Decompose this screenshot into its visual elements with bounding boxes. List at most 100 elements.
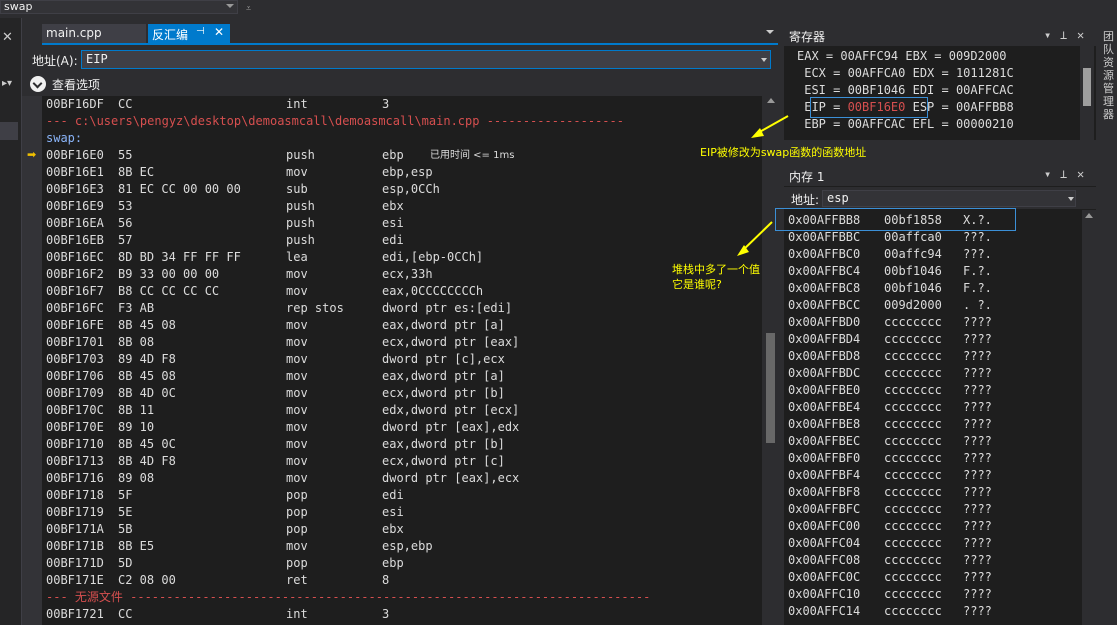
instr-mnemonic: lea (286, 250, 308, 264)
instr-operands: eax,dword ptr [a] (382, 318, 505, 332)
scroll-up-icon[interactable] (767, 98, 775, 103)
memory-ascii: ???? (963, 451, 992, 465)
tab-list-dropdown-icon[interactable] (766, 30, 774, 34)
instr-address: 00BF16EA (46, 216, 104, 230)
memory-row[interactable]: 0x00AFFBC8 00bf1046 F.?. (788, 280, 1078, 297)
memory-row[interactable]: 0x00AFFC0C cccccccc???? (788, 569, 1078, 586)
memory-ascii: ???? (963, 315, 992, 329)
left-edge-panel: ✕ ▸▾ (0, 18, 22, 625)
disasm-row: 00BF1701 8B 08 mov ecx,dword ptr [eax] (46, 334, 758, 351)
instr-operands: ecx,dword ptr [b] (382, 386, 505, 400)
memory-row[interactable]: 0x00AFFBD4 cccccccc???? (788, 331, 1078, 348)
memory-address: 0x00AFFBF0 (788, 451, 861, 465)
memory-row[interactable]: 0x00AFFC08 cccccccc???? (788, 552, 1078, 569)
memory-row[interactable]: 0x00AFFBD8 cccccccc???? (788, 348, 1078, 365)
instr-address: 00BF16E1 (46, 165, 104, 179)
dropdown-icon[interactable]: ▾ (1044, 167, 1051, 181)
instr-mnemonic: int (286, 97, 308, 111)
stack-annotation-line2: 它是谁呢? (672, 278, 722, 291)
no-source-line: --- 无源文件 -------------------------------… (46, 590, 651, 604)
memory-value: 00bf1046 (884, 264, 942, 278)
memory-row[interactable]: 0x00AFFBBC 00affca0???. (788, 229, 1078, 246)
instruction-pointer-arrow-icon: ➡ (27, 148, 37, 161)
registers-scrollbar[interactable] (1080, 46, 1094, 140)
instr-operands: ebp,esp (382, 165, 433, 179)
disasm-row: 00BF1716 89 08 mov dword ptr [eax],ecx (46, 470, 758, 487)
address-dropdown-button[interactable] (758, 51, 770, 68)
memory-row[interactable]: 0x00AFFBE0 cccccccc???? (788, 382, 1078, 399)
tab-main-cpp[interactable]: main.cpp (42, 24, 146, 43)
instr-address: 00BF16E3 (46, 182, 104, 196)
memory-address: 0x00AFFBF4 (788, 468, 861, 482)
pin-icon[interactable]: ⊥ (1060, 28, 1067, 42)
memory-row[interactable]: 0x00AFFBC0 00affc94???. (788, 246, 1078, 263)
memory-scrollbar[interactable] (1082, 210, 1096, 625)
memory-ascii: ???? (963, 502, 992, 516)
memory-row[interactable]: 0x00AFFC00 cccccccc???? (788, 518, 1078, 535)
instr-operands: esp,0CCh (382, 182, 440, 196)
function-dropdown[interactable]: swap (0, 0, 238, 14)
memory-address: 0x00AFFBCC (788, 298, 861, 312)
memory-address: 0x00AFFBC4 (788, 264, 861, 278)
pin-icon[interactable]: ⊥ (1060, 167, 1067, 181)
instr-address: 00BF1709 (46, 386, 104, 400)
expand-chevron-icon[interactable] (30, 76, 46, 92)
instr-operands: ebp (382, 556, 404, 570)
memory-row[interactable]: 0x00AFFBE4 cccccccc???? (788, 399, 1078, 416)
left-edge-selection[interactable] (0, 122, 18, 140)
memory-row[interactable]: 0x00AFFC14 cccccccc???? (788, 603, 1078, 620)
memory-row[interactable]: 0x00AFFBF8 cccccccc???? (788, 484, 1078, 501)
view-options[interactable]: 查看选项 (22, 73, 782, 95)
scrollbar-thumb[interactable] (1083, 68, 1091, 106)
disasm-row: 00BF1718 5F pop edi (46, 487, 758, 504)
instr-operands: esi (382, 505, 404, 519)
memory-row[interactable]: 0x00AFFBFC cccccccc???? (788, 501, 1078, 518)
memory-row[interactable]: 0x00AFFC10 cccccccc???? (788, 586, 1078, 603)
overflow-icon[interactable]: ⩡ (246, 4, 251, 14)
address-input[interactable]: EIP (81, 50, 771, 69)
function-dropdown-value: swap (4, 0, 33, 13)
disassembly-view[interactable]: 00BF16DF CC int 3 --- c:\users\pengyz\deskto… (42, 96, 762, 625)
memory-ascii: ???? (963, 468, 992, 482)
dropdown-icon[interactable]: ▾ (1044, 28, 1051, 42)
instr-operands: eax,dword ptr [b] (382, 437, 505, 451)
memory-row[interactable]: 0x00AFFBEC cccccccc???? (788, 433, 1078, 450)
memory-address: 0x00AFFC04 (788, 536, 861, 550)
scroll-up-icon[interactable] (1085, 213, 1093, 218)
memory-row[interactable]: 0x00AFFBDC cccccccc???? (788, 365, 1078, 382)
close-icon[interactable]: ✕ (214, 25, 224, 39)
memory-value: 00affca0 (884, 230, 942, 244)
instr-bytes: 8B 08 (118, 335, 155, 349)
dropdown-icon[interactable]: ▸▾ (2, 78, 12, 89)
instr-mnemonic: mov (286, 403, 308, 417)
memory-address: 0x00AFFBF8 (788, 485, 861, 499)
disasm-row: 00BF16FC F3 AB rep stos dword ptr es:[edi] (46, 300, 758, 317)
chevron-down-icon[interactable] (1068, 197, 1074, 201)
pin-icon[interactable]: ⊣ (196, 26, 205, 37)
close-icon[interactable]: ✕ (1077, 28, 1084, 42)
memory-row[interactable]: 0x00AFFBE8 cccccccc???? (788, 416, 1078, 433)
tab-label: main.cpp (46, 26, 102, 40)
tab-disassembly[interactable]: 反汇编 ⊣ ✕ (148, 24, 230, 43)
close-icon[interactable]: ✕ (1077, 167, 1084, 181)
instr-operands: edi (382, 233, 404, 247)
close-icon[interactable]: ✕ (2, 30, 13, 45)
memory-address-input[interactable]: esp (822, 190, 1076, 207)
memory-address: 0x00AFFBE4 (788, 400, 861, 414)
memory-ascii: ???? (963, 383, 992, 397)
memory-row[interactable]: 0x00AFFBF4 cccccccc???? (788, 467, 1078, 484)
memory-address: 0x00AFFBBC (788, 230, 861, 244)
scrollbar-thumb[interactable] (766, 333, 775, 443)
memory-row[interactable]: 0x00AFFBC4 00bf1046 F.?. (788, 263, 1078, 280)
memory-row[interactable]: 0x00AFFBF0 cccccccc???? (788, 450, 1078, 467)
disasm-row: 00BF1703 89 4D F8 mov dword ptr [c],ecx (46, 351, 758, 368)
memory-value: cccccccc (884, 451, 942, 465)
team-explorer-tab[interactable]: 团队资源管理器 (1103, 30, 1115, 121)
function-label: swap: (46, 131, 83, 145)
memory-ascii: F.?. (963, 264, 992, 278)
memory-row[interactable]: 0x00AFFC04 cccccccc???? (788, 535, 1078, 552)
breakpoint-gutter[interactable]: ➡ (22, 96, 42, 625)
disassembly-scrollbar[interactable] (762, 96, 780, 625)
memory-row[interactable]: 0x00AFFBCC 009d2000 . ?. (788, 297, 1078, 314)
memory-row[interactable]: 0x00AFFBD0 cccccccc???? (788, 314, 1078, 331)
